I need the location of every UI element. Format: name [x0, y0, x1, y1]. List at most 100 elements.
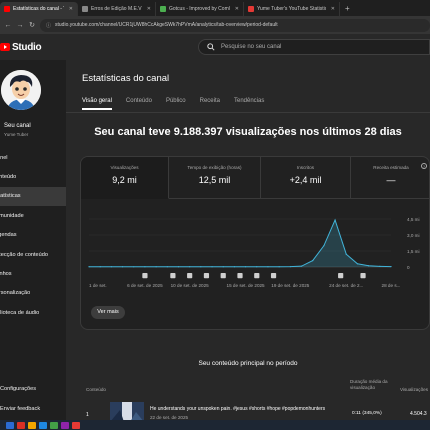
favicon-icon	[4, 6, 10, 12]
analytics-tabs: Visão geral Conteúdo Público Receita Tendênc…	[82, 98, 278, 110]
x-tick-label: 19 de set. de 2025	[271, 283, 310, 288]
data-point	[200, 266, 202, 268]
data-point	[244, 266, 247, 268]
analytics-tab[interactable]: Visão geral	[82, 98, 112, 110]
favicon-icon	[248, 6, 254, 12]
sidebar-item[interactable]: Biblioteca de áudio	[0, 303, 66, 322]
video-marker-icon	[220, 273, 226, 279]
sidebar-item-settings[interactable]: Configurações	[0, 386, 66, 392]
avatar-illustration	[1, 70, 41, 110]
site-info-icon[interactable]: ⓘ	[46, 22, 51, 29]
data-point	[166, 266, 168, 268]
search-input[interactable]: Pesquise no seu canal	[198, 39, 430, 55]
x-tick-label: 28 de s...	[382, 283, 401, 288]
close-tab-icon[interactable]: ✕	[331, 6, 335, 12]
page-title: Estatísticas do canal	[82, 73, 170, 84]
os-taskbar	[0, 420, 430, 430]
close-tab-icon[interactable]: ✕	[235, 6, 239, 12]
taskbar-app-icon[interactable]	[28, 421, 36, 429]
sidebar-item[interactable]: Personalização	[0, 284, 66, 303]
new-tab-button[interactable]: +	[340, 2, 355, 16]
video-marker-icon	[170, 273, 176, 279]
video-marker-icon	[203, 273, 210, 279]
video-thumbnail[interactable]	[110, 402, 144, 422]
sidebar-item-label: Legendas	[0, 232, 17, 239]
sidebar-item-feedback[interactable]: Enviar feedback	[0, 406, 66, 412]
logo-text: Studio	[12, 41, 42, 53]
views-value: 4.504.3	[410, 411, 427, 417]
browser-tab[interactable]: Estatísticas do canal - YouTube ✕	[0, 2, 78, 16]
data-point	[368, 265, 370, 267]
back-icon[interactable]: ←	[4, 22, 12, 29]
channel-avatar[interactable]	[1, 70, 41, 110]
analytics-tab[interactable]: Tendências	[234, 98, 264, 110]
url-field[interactable]: ⓘ studio.youtube.com/channel/UCR1jUW8hCc…	[40, 18, 430, 32]
taskbar-app-icon[interactable]	[17, 421, 25, 429]
analytics-tab[interactable]: Público	[166, 98, 186, 110]
sidebar-item[interactable]: Comunidade	[0, 206, 66, 225]
analytics-tab[interactable]: Receita	[200, 98, 220, 110]
reload-icon[interactable]: ↻	[28, 21, 36, 29]
address-bar: ← → ↻ ⓘ studio.youtube.com/channel/UCR1j…	[0, 16, 430, 34]
browser-tab-label: Yume Tuber's YouTube Statistic	[257, 6, 326, 12]
data-point	[289, 266, 291, 268]
taskbar-app-icon[interactable]	[39, 421, 47, 429]
see-more-button[interactable]: Ver mais	[91, 306, 125, 319]
browser-tab-label: Gotcus - Improved by Comlen	[169, 6, 230, 12]
taskbar-app-icon[interactable]	[50, 421, 58, 429]
series-area	[89, 220, 391, 267]
studio-logo[interactable]: Studio	[0, 41, 42, 53]
start-icon[interactable]	[6, 421, 14, 429]
channel-subtitle: Yume Tuber	[4, 132, 29, 137]
col-content-header: Conteúdo	[86, 387, 106, 392]
sidebar-item-label: Comunidade	[0, 212, 24, 219]
data-point	[177, 266, 180, 268]
data-point	[323, 245, 325, 247]
sidebar-item-label: Painel	[0, 154, 8, 161]
data-point	[345, 253, 347, 255]
sidebar-item[interactable]: Legendas	[0, 226, 66, 245]
video-marker-icon	[187, 273, 193, 279]
browser-tab[interactable]: Gotcus - Improved by Comlen ✕	[156, 2, 244, 16]
analytics-tab[interactable]: Conteúdo	[126, 98, 152, 110]
close-tab-icon[interactable]: ✕	[147, 6, 151, 12]
favicon-icon	[82, 6, 88, 12]
video-marker-icon	[142, 273, 148, 279]
data-point	[278, 266, 280, 268]
browser-tab[interactable]: Yume Tuber's YouTube Statistic ✕	[244, 2, 340, 16]
x-tick-label: 6 de set. de 2025	[127, 283, 163, 288]
sidebar-item-label: Biblioteca de áudio	[0, 309, 40, 316]
data-point	[300, 265, 303, 267]
sidebar-item[interactable]: Estatísticas	[0, 186, 66, 207]
forward-icon[interactable]: →	[16, 22, 24, 29]
sidebar-item[interactable]: Detecção de conteúdo	[0, 245, 66, 264]
sidebar-item[interactable]: Conteúdo	[0, 167, 66, 186]
col-avg-duration-header[interactable]: Duração média da visualização	[350, 379, 396, 391]
video-marker-icon	[254, 273, 260, 279]
y-tick-label: 0	[407, 265, 410, 270]
tab-divider	[66, 112, 430, 113]
data-point	[233, 266, 236, 268]
search-icon	[207, 43, 215, 51]
taskbar-app-icon[interactable]	[61, 421, 69, 429]
table-header: Conteúdo Duração média da visualização V…	[66, 378, 430, 400]
col-views-header[interactable]: Visualizações	[400, 387, 428, 392]
taskbar-app-icon[interactable]	[72, 421, 80, 429]
avg-duration-value: 0:11 (345,0%)	[352, 411, 382, 416]
data-point	[110, 266, 112, 268]
channel-title: Seu canal	[4, 123, 31, 129]
close-tab-icon[interactable]: ✕	[69, 6, 73, 12]
x-tick-label: 24 de set. de 2...	[329, 283, 363, 288]
y-tick-label: 4,5 mi	[407, 217, 420, 222]
sidebar-nav: Painel Conteúdo Estatísticas Comunidade Lege…	[0, 148, 66, 323]
data-point	[356, 263, 359, 265]
browser-tab[interactable]: Erros de Edição M.E.V ✕	[78, 2, 156, 16]
overview-card: Visualizações 9,2 mi Tempo de exibição (ho…	[80, 156, 430, 330]
sidebar-item[interactable]: Ganhos	[0, 264, 66, 283]
sidebar-item[interactable]: Painel	[0, 148, 66, 167]
data-point	[256, 266, 258, 268]
favicon-icon	[160, 6, 166, 12]
app-root: Estatísticas do canal - YouTube✕Erros de…	[0, 0, 430, 430]
sidebar-item-label: Conteúdo	[0, 174, 17, 181]
data-point	[312, 260, 314, 262]
